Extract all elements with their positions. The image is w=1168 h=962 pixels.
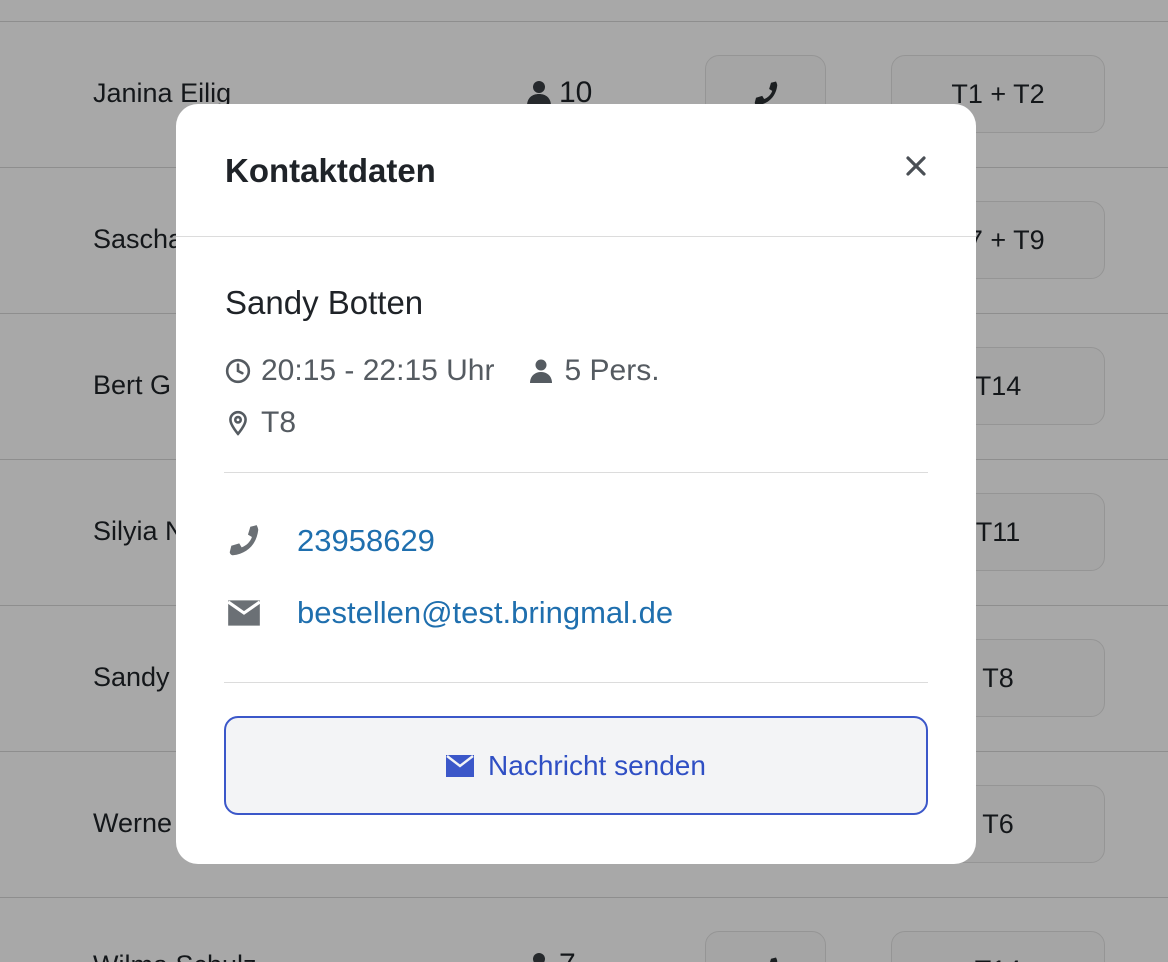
time-text: 20:15 - 22:15 Uhr <box>261 354 495 387</box>
modal-title: Kontaktdaten <box>225 152 436 189</box>
clock-icon <box>225 358 251 384</box>
guest-name: Sandy Botten <box>225 284 424 321</box>
reservation-table: T8 <box>225 406 330 440</box>
mail-icon <box>227 600 261 626</box>
divider <box>224 472 928 473</box>
reservation-meta: 20:15 - 22:15 Uhr 5 Pers. <box>225 354 694 388</box>
table-info: T8 <box>225 406 296 440</box>
email-link[interactable]: bestellen@test.bringmal.de <box>297 595 673 631</box>
persons-text: 5 Pers. <box>564 354 660 387</box>
table-text: T8 <box>261 406 297 439</box>
location-pin-icon <box>229 410 247 436</box>
contact-modal: Kontaktdaten Sandy Botten 20:15 - 22:15 … <box>176 104 976 864</box>
phone-icon <box>229 525 259 556</box>
mail-icon <box>446 754 475 777</box>
email-row: bestellen@test.bringmal.de <box>225 594 673 632</box>
reservation-time: 20:15 - 22:15 Uhr <box>225 354 494 388</box>
reservation-persons: 5 Pers. <box>528 354 660 388</box>
divider <box>224 682 928 683</box>
modal-header: Kontaktdaten <box>176 104 976 237</box>
phone-row: 23958629 <box>225 522 435 560</box>
send-message-button[interactable]: Nachricht senden <box>224 716 928 815</box>
close-button[interactable] <box>898 148 934 184</box>
close-icon <box>906 156 926 176</box>
phone-link[interactable]: 23958629 <box>297 523 435 559</box>
person-icon <box>530 359 553 383</box>
send-message-label: Nachricht senden <box>488 749 706 781</box>
